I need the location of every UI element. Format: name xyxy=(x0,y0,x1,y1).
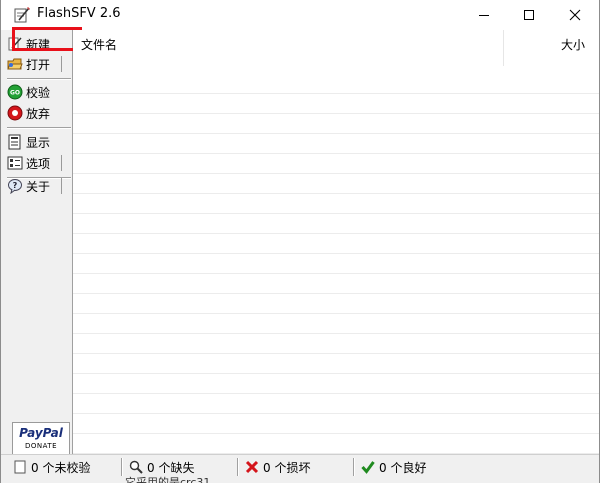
minimize-icon xyxy=(479,15,489,16)
window-title: FlashSFV 2.6 xyxy=(37,6,121,21)
magnifier-icon xyxy=(129,460,143,474)
about-button-label: 关于 xyxy=(26,179,51,194)
open-button[interactable]: 打开 xyxy=(7,54,62,74)
toolbar-divider xyxy=(7,127,71,129)
go-icon: GO xyxy=(7,84,23,100)
document-icon xyxy=(14,460,26,474)
status-good: 0 个良好 xyxy=(361,458,465,476)
green-check-icon xyxy=(361,461,375,474)
open-folder-icon xyxy=(7,58,23,70)
maximize-button[interactable] xyxy=(506,0,552,30)
verify-button-label: 校验 xyxy=(26,85,51,100)
new-document-icon xyxy=(8,37,22,51)
new-button[interactable]: 新建 xyxy=(7,34,62,54)
about-icon: ? xyxy=(8,179,22,194)
options-icon xyxy=(7,156,23,170)
paypal-donate-button[interactable]: PayPal DONATE xyxy=(12,422,70,455)
list-header: 文件名 大小 xyxy=(73,30,599,74)
options-button[interactable]: 选项 xyxy=(7,153,62,173)
abort-button[interactable]: 放弃 xyxy=(7,103,62,123)
status-missing-text: 0 个缺失 xyxy=(147,460,195,475)
app-icon xyxy=(14,7,30,23)
verify-button[interactable]: GO 校验 xyxy=(7,82,62,102)
toolbar-divider xyxy=(7,78,71,80)
close-button[interactable] xyxy=(552,0,598,30)
status-damaged-text: 0 个损坏 xyxy=(263,460,311,475)
title-bar[interactable]: FlashSFV 2.6 xyxy=(1,0,599,30)
app-window: FlashSFV 2.6 新建 打开 GO 校验 放弃 显示 选项 ? 关于 P… xyxy=(0,0,600,483)
column-separator[interactable] xyxy=(503,30,504,66)
background-text: 它采用的是crc31 xyxy=(125,476,211,483)
file-list[interactable]: 文件名 大小 xyxy=(73,30,599,454)
display-button[interactable]: 显示 xyxy=(7,132,62,152)
display-icon xyxy=(8,134,21,150)
status-damaged: 0 个损坏 xyxy=(245,458,355,476)
svg-text:GO: GO xyxy=(10,90,20,97)
donate-label: DONATE xyxy=(24,442,58,450)
options-button-label: 选项 xyxy=(26,156,51,171)
status-good-text: 0 个良好 xyxy=(379,460,427,475)
new-button-label: 新建 xyxy=(26,37,51,52)
list-grid xyxy=(73,74,599,454)
column-header-size[interactable]: 大小 xyxy=(561,36,585,53)
close-icon xyxy=(569,9,581,21)
open-button-label: 打开 xyxy=(26,57,51,72)
status-bar: 0 个未校验 0 个缺失 0 个损坏 0 个良好 xyxy=(1,454,599,478)
maximize-icon xyxy=(524,10,534,20)
about-button[interactable]: ? 关于 xyxy=(7,176,62,196)
status-unchecked: 0 个未校验 xyxy=(13,458,123,476)
paypal-logo: PayPal xyxy=(19,426,63,440)
toolbar: 新建 打开 GO 校验 放弃 显示 选项 ? 关于 PayPal DONATE xyxy=(1,30,73,455)
svg-text:?: ? xyxy=(13,181,18,190)
abort-button-label: 放弃 xyxy=(26,106,51,121)
status-unchecked-text: 0 个未校验 xyxy=(31,460,91,475)
minimize-button[interactable] xyxy=(461,0,507,30)
column-header-filename[interactable]: 文件名 xyxy=(81,36,117,53)
red-x-icon xyxy=(245,460,259,474)
stop-icon xyxy=(7,105,23,121)
display-button-label: 显示 xyxy=(26,135,51,150)
